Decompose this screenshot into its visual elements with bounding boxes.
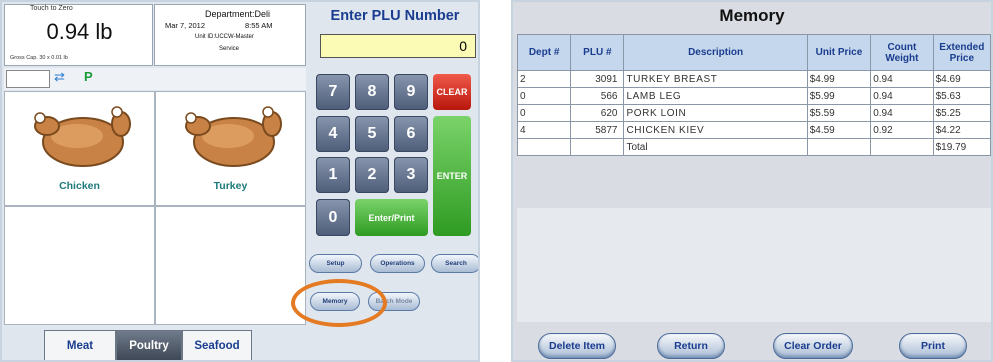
col-header-dept: Dept #	[516, 34, 572, 71]
cell-plu: 5877	[570, 121, 625, 139]
enter-print-button[interactable]: Enter/Print	[355, 199, 428, 236]
cell-description: CHICKEN KIEV	[623, 121, 808, 139]
tab-poultry[interactable]: Poultry	[116, 330, 182, 360]
total-label: Total	[623, 138, 808, 156]
key-8[interactable]: 8	[355, 74, 389, 110]
product-tile-chicken[interactable]: Chicken	[4, 91, 155, 206]
product-label-chicken: Chicken	[59, 180, 100, 192]
date-label: Mar 7, 2012	[165, 21, 206, 30]
table-row[interactable]: 2 3091 TURKEY BREAST $4.99 0.94 $4.69	[516, 70, 991, 88]
cell-count-weight: 0.94	[870, 87, 934, 105]
col-header-plu: PLU #	[570, 34, 625, 71]
memory-highlight-ring	[291, 279, 387, 327]
cell-plu: 3091	[570, 70, 625, 88]
cell-empty	[570, 138, 625, 156]
unit-id-label: Unit ID:UCCW-Master	[195, 34, 254, 40]
table-header-row: Dept # PLU # Description Unit Price Coun…	[516, 34, 991, 71]
cell-description: PORK LOIN	[623, 104, 808, 122]
key-7[interactable]: 7	[316, 74, 350, 110]
total-value: $19.79	[932, 138, 991, 156]
table-row[interactable]: 4 5877 CHICKEN KIEV $4.59 0.92 $4.22	[516, 121, 991, 139]
cell-unit-price: $4.59	[806, 121, 872, 139]
key-4[interactable]: 4	[316, 116, 350, 152]
cell-empty	[806, 138, 872, 156]
cell-count-weight: 0.94	[870, 104, 934, 122]
cell-count-weight: 0.92	[870, 121, 934, 139]
tab-meat[interactable]: Meat	[44, 330, 116, 360]
gross-capacity-info: Gross Cap. 30 x 0.01 lb	[10, 55, 68, 61]
col-header-description: Description	[623, 34, 808, 71]
plu-input[interactable]: 0	[320, 34, 476, 58]
key-0[interactable]: 0	[316, 199, 350, 236]
mode-label: Service	[219, 46, 240, 52]
cell-extended-price: $5.25	[932, 104, 991, 122]
cell-description: TURKEY BREAST	[623, 70, 808, 88]
key-1[interactable]: 1	[316, 157, 350, 193]
cell-extended-price: $4.22	[932, 121, 991, 139]
time-label: 8:55 AM	[245, 21, 273, 30]
cell-dept: 0	[516, 87, 572, 105]
chicken-icon	[34, 106, 131, 167]
col-header-extended-price: Extended Price	[932, 34, 991, 71]
screenshot: Touch to Zero 0.94 lb Gross Cap. 30 x 0.…	[0, 0, 993, 362]
clear-order-button[interactable]: Clear Order	[773, 333, 853, 359]
cell-dept: 0	[516, 104, 572, 122]
cell-extended-price: $4.69	[932, 70, 991, 88]
cell-dept: 2	[516, 70, 572, 88]
category-tab-bar: Meat Poultry Seafood	[4, 327, 478, 360]
status-box	[6, 70, 50, 88]
turkey-icon	[185, 106, 282, 167]
operations-button[interactable]: Operations	[370, 254, 425, 273]
key-9[interactable]: 9	[394, 74, 428, 110]
department-label: Department:Deli	[205, 9, 271, 19]
weight-value: 0.94 lb	[46, 19, 113, 44]
cell-unit-price: $5.99	[806, 87, 872, 105]
product-tile-turkey[interactable]: Turkey	[155, 91, 306, 206]
col-header-count-weight: Count Weight	[870, 34, 934, 71]
clear-button[interactable]: CLEAR	[433, 74, 471, 110]
p-status-icon[interactable]: P	[84, 69, 93, 84]
cell-plu: 620	[570, 104, 625, 122]
touch-to-zero-label: Touch to Zero	[30, 5, 73, 12]
total-row: Total $19.79	[516, 138, 991, 156]
key-6[interactable]: 6	[394, 116, 428, 152]
cell-unit-price: $5.59	[806, 104, 872, 122]
tab-seafood[interactable]: Seafood	[182, 330, 252, 360]
cell-description: LAMB LEG	[623, 87, 808, 105]
memory-empty-area	[517, 208, 991, 322]
key-2[interactable]: 2	[355, 157, 389, 193]
memory-footer: Delete Item Return Clear Order Print	[513, 322, 991, 360]
scale-main-screen: Touch to Zero 0.94 lb Gross Cap. 30 x 0.…	[0, 0, 480, 362]
product-label-turkey: Turkey	[213, 180, 248, 192]
enter-button[interactable]: ENTER	[433, 116, 471, 236]
table-row[interactable]: 0 620 PORK LOIN $5.59 0.94 $5.25	[516, 104, 991, 122]
key-3[interactable]: 3	[394, 157, 428, 193]
cell-count-weight: 0.94	[870, 70, 934, 88]
weight-display[interactable]: Touch to Zero 0.94 lb Gross Cap. 30 x 0.…	[4, 4, 153, 66]
key-5[interactable]: 5	[355, 116, 389, 152]
col-header-unit-price: Unit Price	[806, 34, 872, 71]
cell-empty	[516, 138, 572, 156]
setup-button[interactable]: Setup	[309, 254, 362, 273]
cell-dept: 4	[516, 121, 572, 139]
product-tile-empty[interactable]	[4, 206, 155, 325]
memory-screen: Memory Dept # PLU # Description Unit Pri…	[511, 0, 993, 362]
product-tile-empty[interactable]	[155, 206, 306, 325]
status-icon-row: ⇄ P	[4, 68, 306, 90]
cell-empty	[870, 138, 934, 156]
network-sync-icon[interactable]: ⇄	[54, 69, 65, 85]
plu-title: Enter PLU Number	[330, 8, 460, 24]
cell-plu: 566	[570, 87, 625, 105]
return-button[interactable]: Return	[657, 333, 725, 359]
search-button[interactable]: Search	[431, 254, 478, 273]
cell-unit-price: $4.99	[806, 70, 872, 88]
memory-title: Memory	[719, 6, 785, 25]
department-info-panel: Department:Deli Mar 7, 2012 8:55 AM Unit…	[154, 4, 306, 66]
table-row[interactable]: 0 566 LAMB LEG $5.99 0.94 $5.63	[516, 87, 991, 105]
print-button[interactable]: Print	[899, 333, 967, 359]
delete-item-button[interactable]: Delete Item	[538, 333, 616, 359]
cell-extended-price: $5.63	[932, 87, 991, 105]
memory-table: Dept # PLU # Description Unit Price Coun…	[516, 34, 991, 156]
